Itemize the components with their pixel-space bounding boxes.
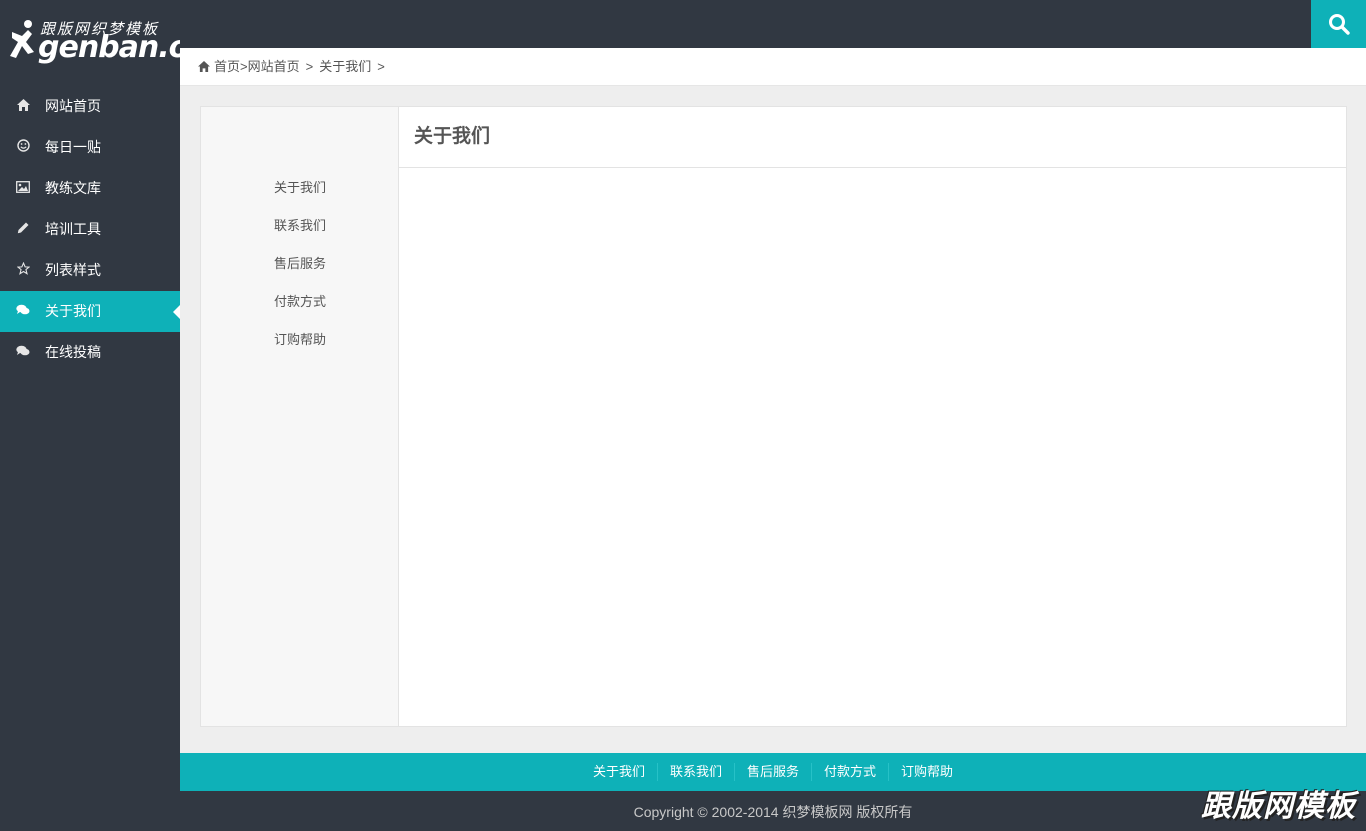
home-icon <box>198 49 210 87</box>
sidebar-item-label: 网站首页 <box>45 98 101 114</box>
content-area: 关于我们 <box>399 107 1346 726</box>
subnav-item-about-us[interactable]: 关于我们 <box>201 169 399 207</box>
image-icon <box>16 168 30 209</box>
main-area: 关于我们 联系我们 售后服务 付款方式 订购帮助 关于我们 <box>180 86 1366 753</box>
sidebar-item-label: 在线投稿 <box>45 344 101 360</box>
comments-icon <box>16 332 30 373</box>
sidebar-item-daily-post[interactable]: 每日一贴 <box>0 127 180 168</box>
breadcrumb-separator: > <box>377 59 385 74</box>
breadcrumb-home-link[interactable]: 首页 <box>214 59 240 74</box>
footer-link-contact-us[interactable]: 联系我们 <box>656 763 734 781</box>
sub-nav: 关于我们 联系我们 售后服务 付款方式 订购帮助 <box>201 107 399 726</box>
runner-logo-icon <box>10 20 34 58</box>
search-button[interactable] <box>1311 0 1366 48</box>
breadcrumb-separator: > <box>305 59 314 74</box>
breadcrumb-separator: > <box>240 59 248 74</box>
sidebar-nav: 网站首页 每日一贴 教练文库 培训工具 列表样式 关于我们 在线投稿 <box>0 86 180 373</box>
footer-link-after-sales[interactable]: 售后服务 <box>733 763 811 781</box>
footer-link-payment[interactable]: 付款方式 <box>811 763 888 781</box>
search-icon <box>1328 14 1350 35</box>
subnav-item-contact-us[interactable]: 联系我们 <box>201 207 399 245</box>
subnav-item-order-help[interactable]: 订购帮助 <box>201 321 399 359</box>
sidebar-item-label: 关于我们 <box>45 303 101 319</box>
footer-link-order-help[interactable]: 订购帮助 <box>888 763 965 781</box>
sub-nav-list: 关于我们 联系我们 售后服务 付款方式 订购帮助 <box>201 169 399 359</box>
sidebar-item-library[interactable]: 教练文库 <box>0 168 180 209</box>
sidebar-item-label: 每日一贴 <box>45 139 101 155</box>
breadcrumb: 首页>网站首页 > 关于我们 > <box>180 48 1366 86</box>
subnav-item-payment[interactable]: 付款方式 <box>201 283 399 321</box>
comments-icon <box>16 291 30 332</box>
content-panel: 关于我们 联系我们 售后服务 付款方式 订购帮助 关于我们 <box>200 106 1347 727</box>
sidebar: 跟版网织梦模板 genban.org 网站首页 每日一贴 教练文库 培训工具 列… <box>0 0 224 831</box>
top-bar <box>180 0 1366 48</box>
page-title: 关于我们 <box>399 107 1346 168</box>
sidebar-item-submit-online[interactable]: 在线投稿 <box>0 332 180 373</box>
sidebar-item-label: 教练文库 <box>45 180 101 196</box>
breadcrumb-item-site-home[interactable]: 网站首页 <box>248 59 300 74</box>
star-icon <box>16 250 30 291</box>
home-icon <box>16 86 30 127</box>
watermark: 跟版网模板 <box>1201 789 1356 824</box>
pencil-icon <box>16 209 30 250</box>
sidebar-item-label: 列表样式 <box>45 262 101 278</box>
footer-nav: 关于我们 联系我们 售后服务 付款方式 订购帮助 <box>180 753 1366 791</box>
sidebar-item-home[interactable]: 网站首页 <box>0 86 180 127</box>
subnav-item-after-sales[interactable]: 售后服务 <box>201 245 399 283</box>
footer-link-about-us[interactable]: 关于我们 <box>581 763 657 781</box>
sidebar-item-list-style[interactable]: 列表样式 <box>0 250 180 291</box>
copyright: Copyright © 2002-2014 织梦模板网 版权所有 <box>180 791 1366 831</box>
breadcrumb-item-about-us[interactable]: 关于我们 <box>319 59 371 74</box>
sidebar-item-label: 培训工具 <box>45 221 101 237</box>
smile-icon <box>16 127 30 168</box>
site-logo[interactable]: 跟版网织梦模板 genban.org <box>8 14 224 70</box>
sidebar-item-tools[interactable]: 培训工具 <box>0 209 180 250</box>
sidebar-item-about-us[interactable]: 关于我们 <box>0 291 180 332</box>
